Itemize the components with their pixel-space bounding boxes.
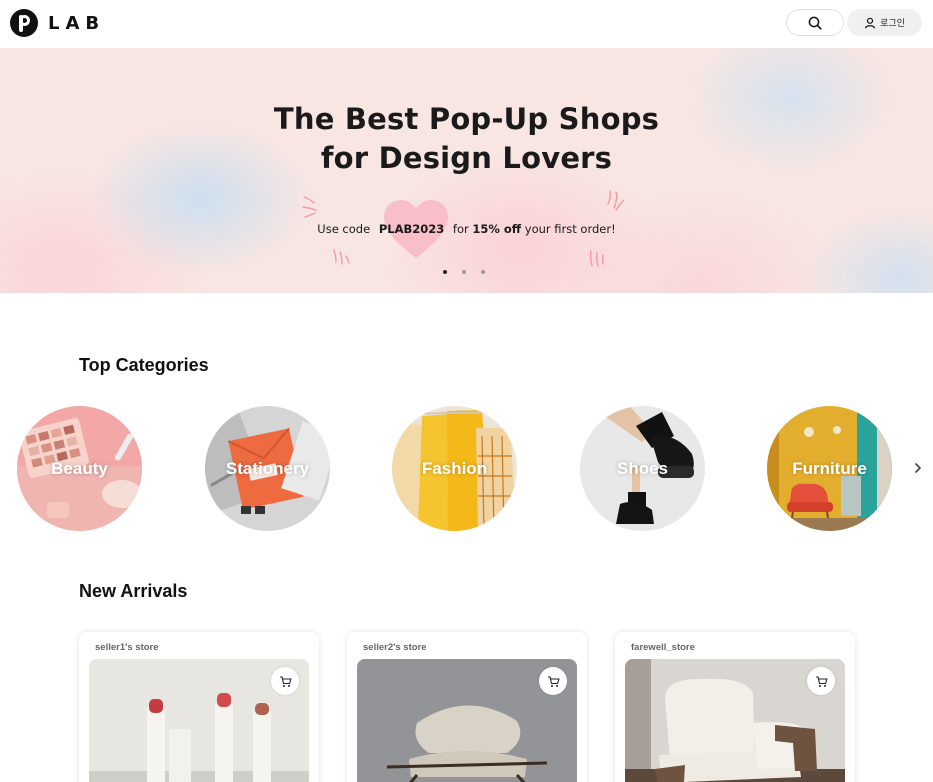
sparkle-left-bottom-icon [333, 249, 350, 265]
product-card[interactable]: seller2's store [347, 632, 587, 782]
carousel-dot[interactable] [481, 270, 485, 274]
carousel-dots [443, 270, 485, 274]
add-to-cart-button[interactable] [807, 667, 835, 695]
store-name: farewell_store [631, 642, 695, 653]
promo-code: PLAB2023 [378, 222, 445, 236]
add-to-cart-button[interactable] [539, 667, 567, 695]
category-beauty[interactable]: Beauty [17, 406, 142, 531]
category-label: Shoes [616, 458, 669, 478]
login-label: 로그인 [880, 19, 905, 29]
user-icon [864, 17, 876, 28]
hero-banner[interactable]: The Best Pop-Up Shops for Design Lovers … [0, 48, 933, 293]
product-image [89, 659, 309, 782]
category-label: Fashion [421, 458, 488, 478]
cart-icon [547, 675, 560, 687]
category-label: Furniture [792, 458, 867, 478]
chevron-right-icon [915, 463, 921, 473]
category-label: Beauty [51, 458, 108, 478]
header: LAB 로그인 [0, 0, 933, 48]
category-label: Stationery [225, 458, 310, 478]
cart-icon [815, 675, 828, 687]
search-icon [808, 16, 822, 30]
sparkle-right-top-icon [607, 190, 625, 211]
add-to-cart-button[interactable] [271, 667, 299, 695]
store-name: seller2's store [363, 642, 427, 653]
login-button[interactable]: 로그인 [847, 9, 922, 36]
logo-mark-icon [10, 9, 38, 37]
store-name: seller1's store [95, 642, 159, 653]
logo-text: LAB [48, 12, 106, 34]
product-card[interactable]: seller1's store [79, 632, 319, 782]
category-fashion[interactable]: Fashion [392, 406, 517, 531]
category-furniture[interactable]: Furniture [767, 406, 892, 531]
carousel-dot[interactable] [443, 270, 447, 274]
banner-title: The Best Pop-Up Shops for Design Lovers [273, 102, 660, 175]
top-categories-title: Top Categories [79, 355, 209, 375]
new-arrivals-title: New Arrivals [79, 581, 188, 601]
sparkle-right-bottom-icon [589, 250, 604, 267]
product-image [625, 659, 845, 782]
logo[interactable]: LAB [10, 9, 105, 37]
sparkle-left-top-icon [302, 196, 317, 218]
category-stationery[interactable]: Stationery [205, 406, 330, 531]
category-shoes[interactable]: Shoes [580, 406, 705, 531]
carousel-dot[interactable] [462, 270, 466, 274]
search-button[interactable] [786, 9, 844, 36]
banner-promo-text: Use code PLAB2023 for 15% off your first… [317, 222, 616, 236]
categories-next-button[interactable] [908, 458, 928, 478]
product-card[interactable]: farewell_store [615, 632, 855, 782]
product-image [357, 659, 577, 782]
cart-icon [279, 675, 292, 687]
